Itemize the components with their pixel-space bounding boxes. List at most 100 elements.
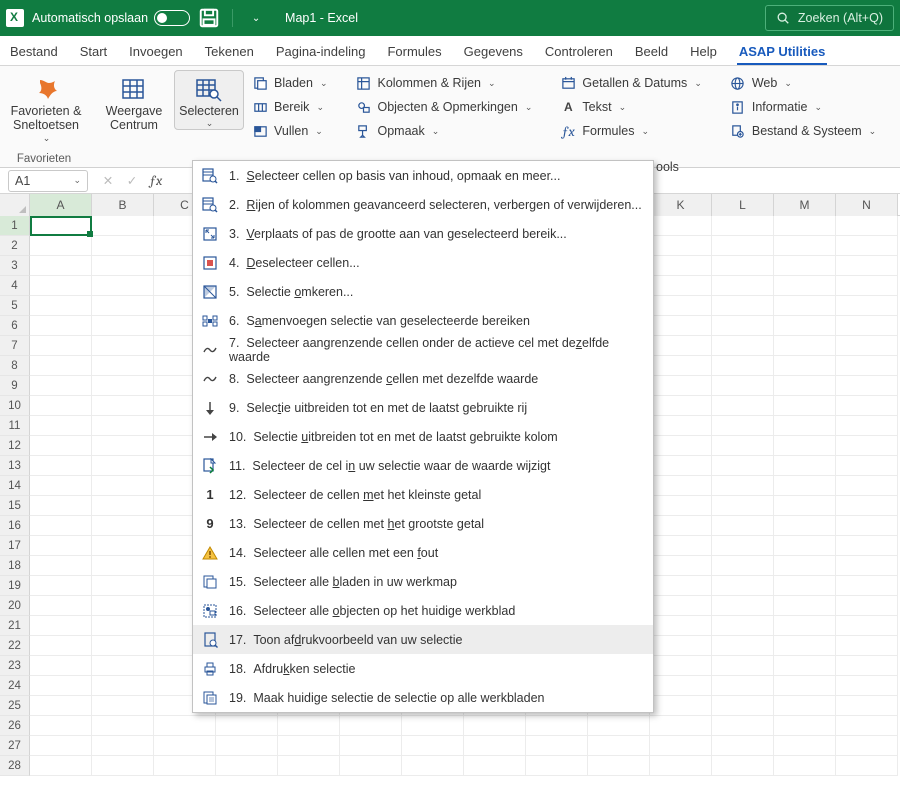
save-button[interactable] xyxy=(198,7,220,29)
cell[interactable] xyxy=(30,276,92,296)
menu-item[interactable]: 19. Maak huidige selectie de selectie op… xyxy=(193,683,653,712)
cell[interactable] xyxy=(836,456,898,476)
cell[interactable] xyxy=(92,276,154,296)
cell[interactable] xyxy=(774,316,836,336)
cell[interactable] xyxy=(774,556,836,576)
cell[interactable] xyxy=(774,536,836,556)
menu-item[interactable]: 3. Verplaats of pas de grootte aan van g… xyxy=(193,219,653,248)
web-button[interactable]: Web⌄ xyxy=(726,74,880,92)
cell[interactable] xyxy=(588,756,650,776)
cell[interactable] xyxy=(836,756,898,776)
column-header[interactable]: L xyxy=(712,194,774,216)
cell[interactable] xyxy=(836,216,898,236)
row-header[interactable]: 19 xyxy=(0,576,30,596)
row-header[interactable]: 18 xyxy=(0,556,30,576)
cell[interactable] xyxy=(30,296,92,316)
cell[interactable] xyxy=(30,476,92,496)
cell[interactable] xyxy=(650,276,712,296)
cell[interactable] xyxy=(30,696,92,716)
cell[interactable] xyxy=(836,576,898,596)
cell[interactable] xyxy=(836,336,898,356)
cell[interactable] xyxy=(650,476,712,496)
cell[interactable] xyxy=(836,256,898,276)
cell[interactable] xyxy=(836,736,898,756)
cell[interactable] xyxy=(650,616,712,636)
cell[interactable] xyxy=(836,496,898,516)
cell[interactable] xyxy=(774,756,836,776)
cell[interactable] xyxy=(154,736,216,756)
cell[interactable] xyxy=(464,756,526,776)
cell[interactable] xyxy=(30,316,92,336)
cell[interactable] xyxy=(92,396,154,416)
search-box[interactable]: Zoeken (Alt+Q) xyxy=(765,5,894,31)
cell[interactable] xyxy=(774,456,836,476)
cell[interactable] xyxy=(836,596,898,616)
cell[interactable] xyxy=(92,436,154,456)
cell[interactable] xyxy=(712,376,774,396)
cell[interactable] xyxy=(650,676,712,696)
qat-customize-button[interactable]: ⌄ xyxy=(245,7,267,29)
cell[interactable] xyxy=(774,356,836,376)
cell[interactable] xyxy=(526,716,588,736)
tab-file[interactable]: Bestand xyxy=(8,39,60,65)
column-header[interactable]: N xyxy=(836,194,898,216)
menu-item[interactable]: 112. Selecteer de cellen met het kleinst… xyxy=(193,480,653,509)
cell[interactable] xyxy=(836,676,898,696)
menu-item[interactable]: 16. Selecteer alle objecten op het huidi… xyxy=(193,596,653,625)
row-header[interactable]: 17 xyxy=(0,536,30,556)
cell[interactable] xyxy=(712,696,774,716)
row-header[interactable]: 20 xyxy=(0,596,30,616)
cell[interactable] xyxy=(30,656,92,676)
accept-formula-button[interactable]: ✓ xyxy=(122,173,142,188)
cell[interactable] xyxy=(712,296,774,316)
cell[interactable] xyxy=(650,216,712,236)
cell[interactable] xyxy=(30,336,92,356)
cell[interactable] xyxy=(712,516,774,536)
row-header[interactable]: 28 xyxy=(0,756,30,776)
menu-item[interactable]: 6. Samenvoegen selectie van geselecteerd… xyxy=(193,306,653,335)
tab-draw[interactable]: Tekenen xyxy=(203,39,256,65)
cell[interactable] xyxy=(836,536,898,556)
cell[interactable] xyxy=(650,456,712,476)
cell[interactable] xyxy=(526,756,588,776)
cell[interactable] xyxy=(836,636,898,656)
row-header[interactable]: 15 xyxy=(0,496,30,516)
cell[interactable] xyxy=(92,316,154,336)
cell[interactable] xyxy=(30,616,92,636)
tab-view[interactable]: Beeld xyxy=(633,39,670,65)
column-header[interactable]: K xyxy=(650,194,712,216)
tab-formulas[interactable]: Formules xyxy=(385,39,443,65)
bladen-button[interactable]: Bladen⌄ xyxy=(248,74,331,92)
cell[interactable] xyxy=(836,656,898,676)
cell[interactable] xyxy=(712,756,774,776)
cell[interactable] xyxy=(92,236,154,256)
cell[interactable] xyxy=(774,436,836,456)
tab-help[interactable]: Help xyxy=(688,39,719,65)
cell[interactable] xyxy=(588,736,650,756)
cell[interactable] xyxy=(712,616,774,636)
cell[interactable] xyxy=(650,556,712,576)
cell[interactable] xyxy=(712,716,774,736)
cell[interactable] xyxy=(588,716,650,736)
opmaak-button[interactable]: Opmaak⌄ xyxy=(351,122,536,140)
cell[interactable] xyxy=(650,736,712,756)
cell[interactable] xyxy=(30,436,92,456)
cell[interactable] xyxy=(774,216,836,236)
row-header[interactable]: 5 xyxy=(0,296,30,316)
cell[interactable] xyxy=(30,536,92,556)
cell[interactable] xyxy=(92,556,154,576)
cell[interactable] xyxy=(712,336,774,356)
cell[interactable] xyxy=(774,736,836,756)
cell[interactable] xyxy=(30,676,92,696)
cell[interactable] xyxy=(30,716,92,736)
tab-layout[interactable]: Pagina-indeling xyxy=(274,39,368,65)
column-header[interactable]: A xyxy=(30,194,92,216)
cell[interactable] xyxy=(650,756,712,776)
row-header[interactable]: 11 xyxy=(0,416,30,436)
cell[interactable] xyxy=(650,696,712,716)
cell[interactable] xyxy=(650,436,712,456)
cell[interactable] xyxy=(154,756,216,776)
row-header[interactable]: 24 xyxy=(0,676,30,696)
cell[interactable] xyxy=(774,576,836,596)
cell[interactable] xyxy=(340,716,402,736)
